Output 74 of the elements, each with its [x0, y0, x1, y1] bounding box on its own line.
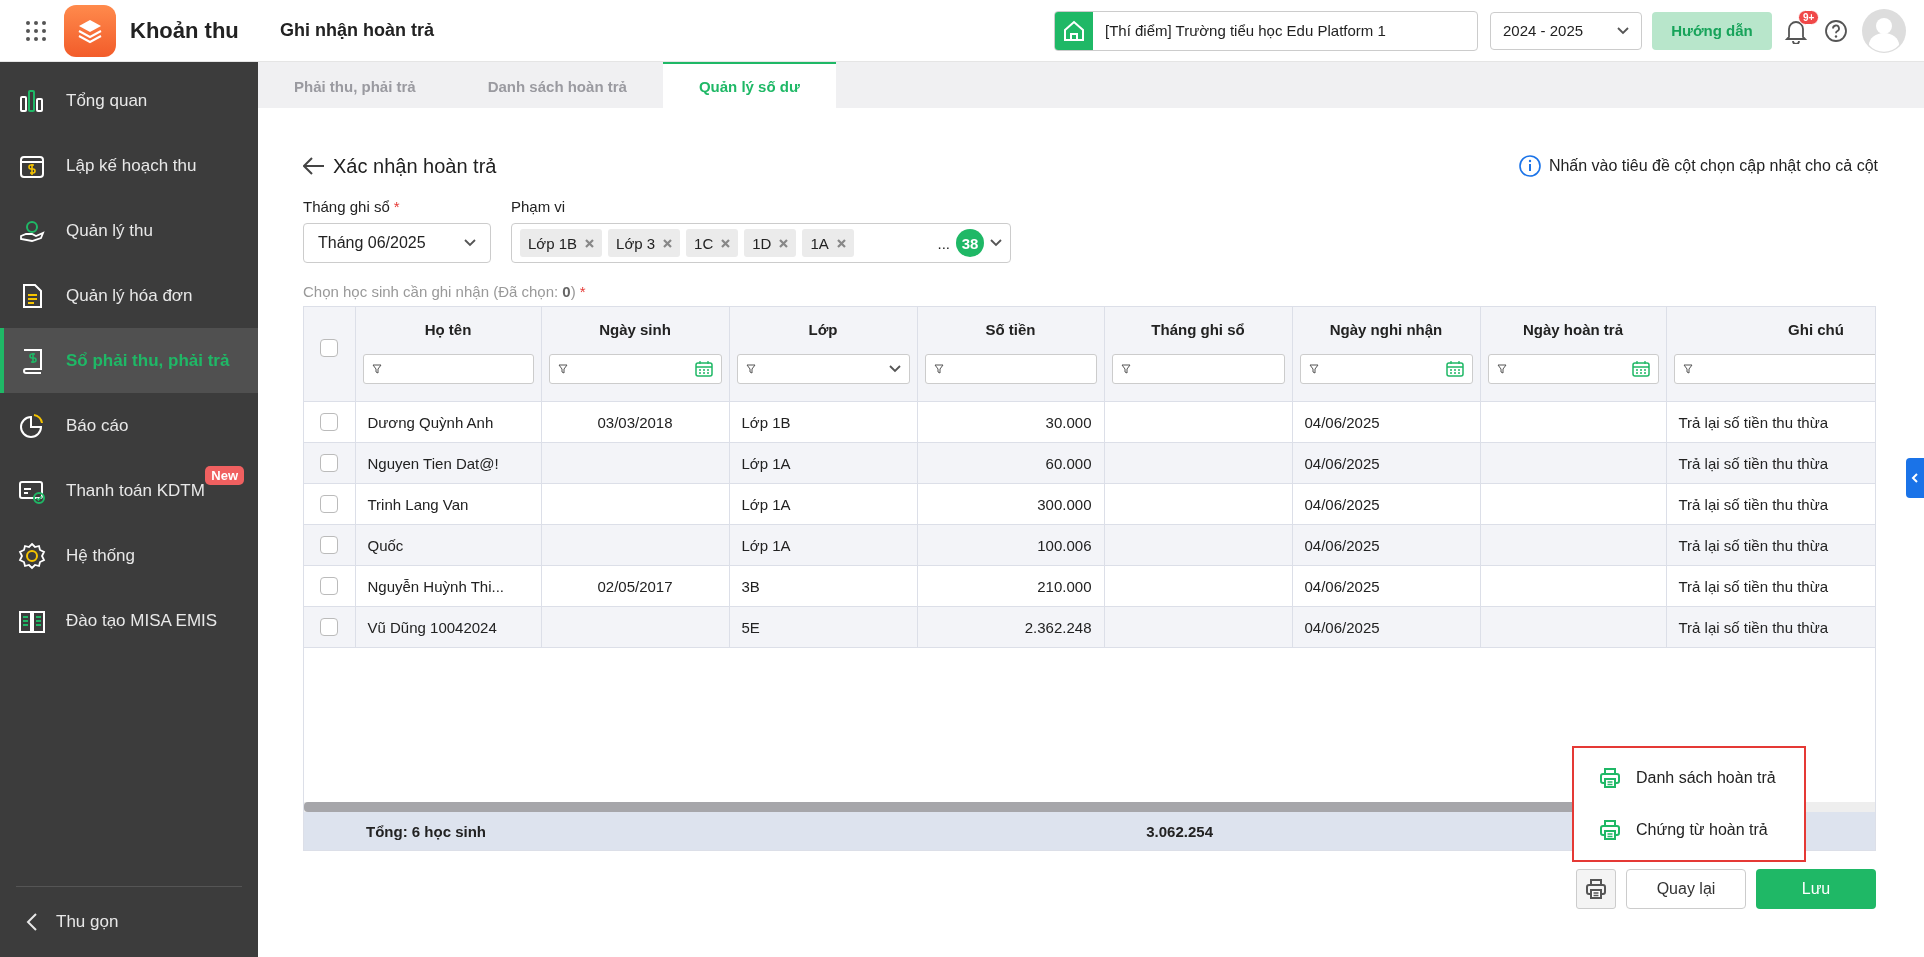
notification-badge: 9+ [1798, 9, 1820, 25]
class-tag[interactable]: 1A [802, 229, 854, 257]
selection-label: Chọn học sinh cần ghi nhận (Đã chọn: 0) [303, 283, 576, 300]
column-header[interactable]: Ghi chú [1673, 321, 1875, 338]
count-badge: 38 [956, 229, 984, 257]
table-cell: Trả lại số tiền thu thừa [1678, 495, 1829, 513]
table-cell: 04/06/2025 [1304, 413, 1380, 431]
table-cell: Nguyen Tien Dat@! [367, 454, 499, 472]
sidebar-item[interactable]: Đào tạo MISA EMIS [0, 588, 258, 653]
total-amount: 3.062.254 [1145, 822, 1213, 840]
school-selector[interactable]: [Thí điểm] Trường tiểu học Edu Platform 1 [1054, 10, 1478, 51]
table-cell: 04/06/2025 [1304, 618, 1380, 636]
table-cell: Trả lại số tiền thu thừa [1678, 618, 1829, 636]
table-cell: 300.000 [1037, 495, 1092, 513]
table-cell: 100.006 [1037, 536, 1092, 554]
table-cell: 210.000 [1037, 577, 1092, 595]
sidebar-item[interactable]: Thanh toán KDTM New [0, 458, 258, 523]
collapse-button[interactable]: Thu gọn [16, 886, 242, 957]
page-title: Ghi nhận hoàn trả [280, 20, 435, 41]
column-header[interactable]: Ngày hoàn trả [1487, 321, 1659, 338]
table-cell: Dương Quỳnh Anh [367, 413, 494, 431]
field-label: Tháng ghi sổ [303, 198, 390, 215]
table-cell: Trả lại số tiền thu thừa [1678, 536, 1829, 554]
table-cell: Quốc [367, 536, 404, 554]
month-select[interactable]: Tháng 06/2025 [303, 223, 491, 263]
table-cell: Lớp 1A [741, 454, 791, 472]
table-cell: Trả lại số tiền thu thừa [1678, 454, 1829, 472]
table-cell: 04/06/2025 [1304, 536, 1380, 554]
table-cell: 02/05/2017 [597, 577, 673, 595]
table-cell: 04/06/2025 [1304, 454, 1380, 472]
table-cell: 04/06/2025 [1304, 577, 1380, 595]
required-mark: * [579, 283, 586, 300]
table-cell: Lớp 1A [741, 495, 791, 513]
column-header[interactable]: Lớp [736, 321, 910, 338]
table-cell: 5E [741, 618, 760, 636]
required-mark: * [393, 198, 400, 215]
table-cell: Trả lại số tiền thu thừa [1678, 413, 1829, 431]
table-cell: Vũ Dũng 10042024 [367, 618, 497, 636]
more-indicator: ... [937, 234, 950, 252]
sidebar-item[interactable]: Quản lý thu [0, 198, 258, 263]
table-cell: 2.362.248 [1024, 618, 1092, 636]
back-button[interactable]: Quay lại [1626, 869, 1746, 909]
class-tag[interactable]: Lớp 3 [608, 229, 681, 257]
column-header[interactable]: Số tiền [924, 321, 1097, 338]
hint-text: Nhấn vào tiêu đề cột chọn cập nhật cho cả cột [1548, 157, 1878, 175]
class-tag[interactable]: Lớp 1B [520, 229, 603, 257]
new-badge: New [205, 466, 244, 485]
field-label: Phạm vi [511, 198, 566, 215]
sidebar-item[interactable]: Tổng quan [0, 68, 258, 133]
column-header[interactable]: Họ tên [362, 321, 534, 338]
form-title: Xác nhận hoàn trả [333, 154, 497, 178]
class-tag[interactable]: 1D [744, 229, 797, 257]
table-cell: Trinh Lang Van [367, 495, 469, 513]
table-cell: 60.000 [1045, 454, 1092, 472]
table-cell: 3B [741, 577, 760, 595]
scope-select[interactable]: Lớp 1B Lớp 3 1C 1D 1A ... 38 [511, 223, 1011, 263]
sidebar-item[interactable]: Báo cáo [0, 393, 258, 458]
table-cell: Lớp 1A [741, 536, 791, 554]
sidebar-item[interactable]: Lập kế hoạch thu [0, 133, 258, 198]
table-cell: 04/06/2025 [1304, 495, 1380, 513]
table-cell: Nguyễn Huỳnh Thi... [367, 577, 504, 595]
table-cell: 30.000 [1045, 413, 1092, 431]
app-title: Khoản thu [130, 17, 240, 44]
column-header[interactable]: Ngày sinh [548, 321, 722, 338]
sidebar-item[interactable]: Hệ thống [0, 523, 258, 588]
table-cell: 03/03/2018 [597, 413, 673, 431]
total-label: Tổng: 6 học sinh [366, 822, 487, 840]
table-cell: Trả lại số tiền thu thừa [1678, 577, 1829, 595]
year-select[interactable]: 2024 - 2025 [1490, 11, 1642, 50]
class-tag[interactable]: 1C [686, 229, 739, 257]
column-header[interactable]: Tháng ghi sổ [1111, 321, 1285, 338]
sidebar-item[interactable]: Quản lý hóa đơn [0, 263, 258, 328]
table-cell: Lớp 1B [741, 413, 791, 431]
column-header[interactable]: Ngày nghi nhận [1299, 321, 1473, 338]
